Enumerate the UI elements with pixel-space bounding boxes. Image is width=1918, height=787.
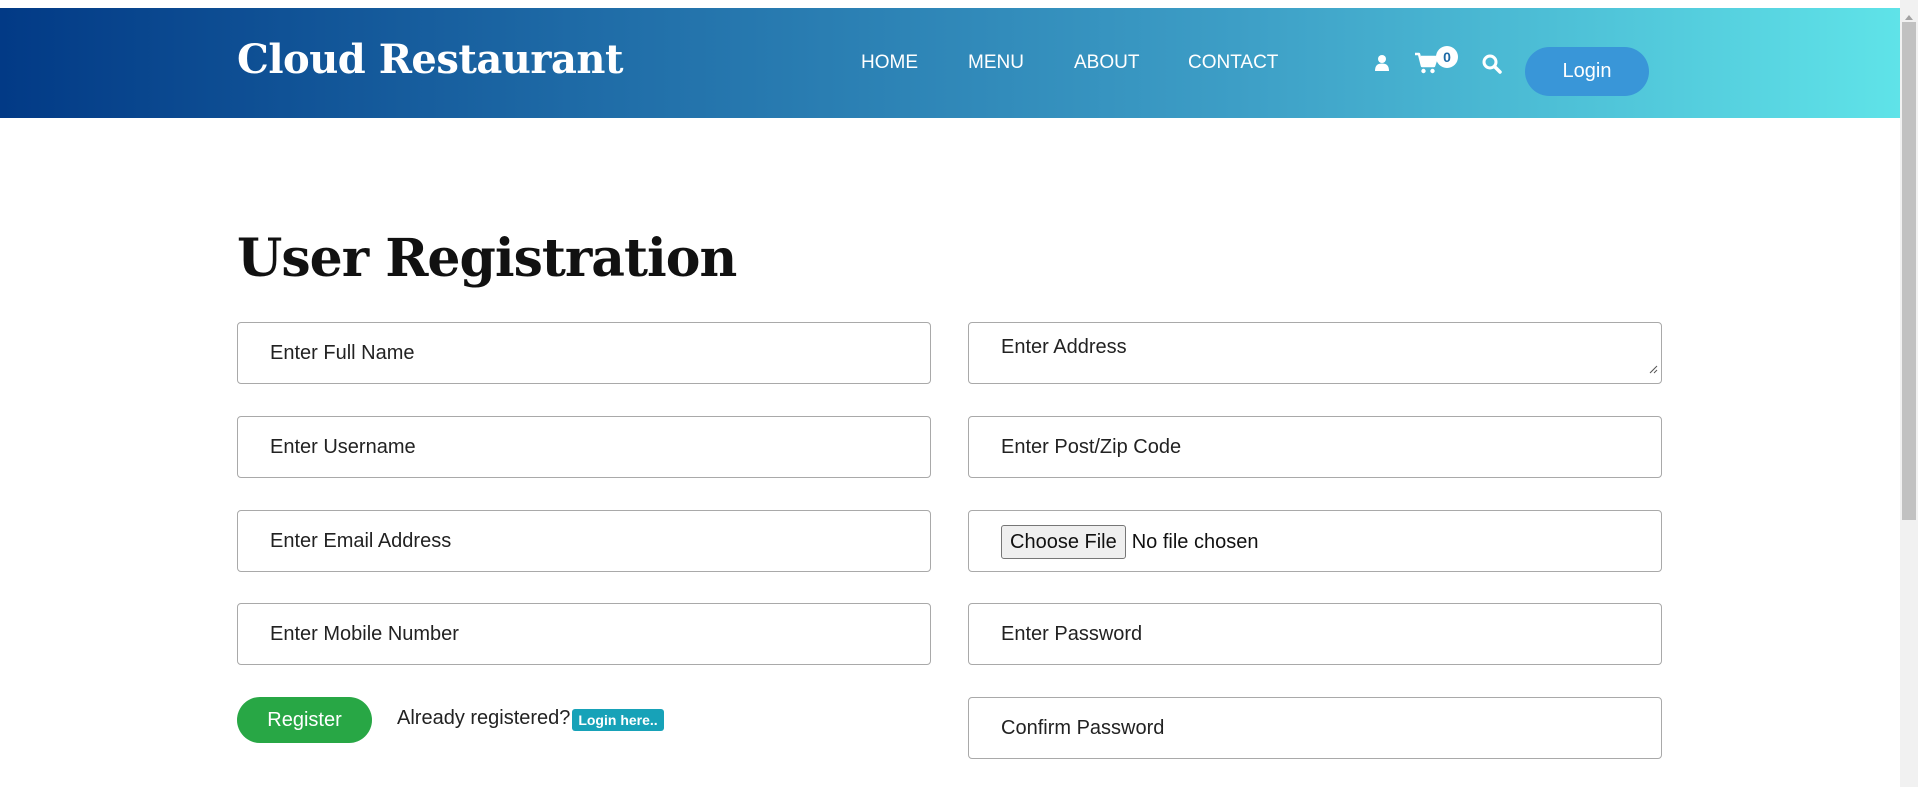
user-icon[interactable] (1375, 54, 1389, 77)
mobile-input[interactable]: Enter Mobile Number (237, 603, 931, 665)
header-login-button[interactable]: Login (1525, 47, 1649, 96)
file-upload-field: Choose File No file chosen (968, 510, 1662, 572)
login-here-link[interactable]: Login here.. (572, 709, 664, 731)
password-input[interactable]: Enter Password (968, 603, 1662, 665)
choose-file-button[interactable]: Choose File (1001, 524, 1126, 559)
nav-menu[interactable]: MENU (968, 52, 1024, 74)
resize-grip-icon[interactable] (1648, 357, 1658, 380)
brand-logo[interactable]: Cloud Restaurant (237, 36, 623, 83)
username-input[interactable]: Enter Username (237, 416, 931, 478)
zip-code-input[interactable]: Enter Post/Zip Code (968, 416, 1662, 478)
full-name-input[interactable]: Enter Full Name (237, 322, 931, 384)
email-input[interactable]: Enter Email Address (237, 510, 931, 572)
nav-home[interactable]: HOME (861, 52, 918, 74)
cart-icon[interactable] (1414, 52, 1439, 79)
confirm-password-input[interactable]: Confirm Password (968, 697, 1662, 759)
page-title: User Registration (237, 228, 737, 289)
address-textarea[interactable]: Enter Address (968, 322, 1662, 384)
file-status-text: No file chosen (1131, 530, 1259, 553)
search-icon[interactable] (1482, 54, 1502, 79)
site-header: Cloud Restaurant HOME MENU ABOUT CONTACT… (0, 8, 1900, 118)
nav-contact[interactable]: CONTACT (1188, 52, 1278, 74)
scrollbar-thumb[interactable] (1902, 22, 1916, 520)
page-scrollbar[interactable] (1900, 0, 1918, 787)
already-registered-text: Already registered? (397, 707, 571, 729)
address-placeholder: Enter Address (1001, 336, 1127, 358)
cart-count-badge: 0 (1436, 46, 1458, 68)
nav-about[interactable]: ABOUT (1074, 52, 1139, 74)
top-strip (0, 0, 1900, 8)
register-button[interactable]: Register (237, 697, 372, 743)
